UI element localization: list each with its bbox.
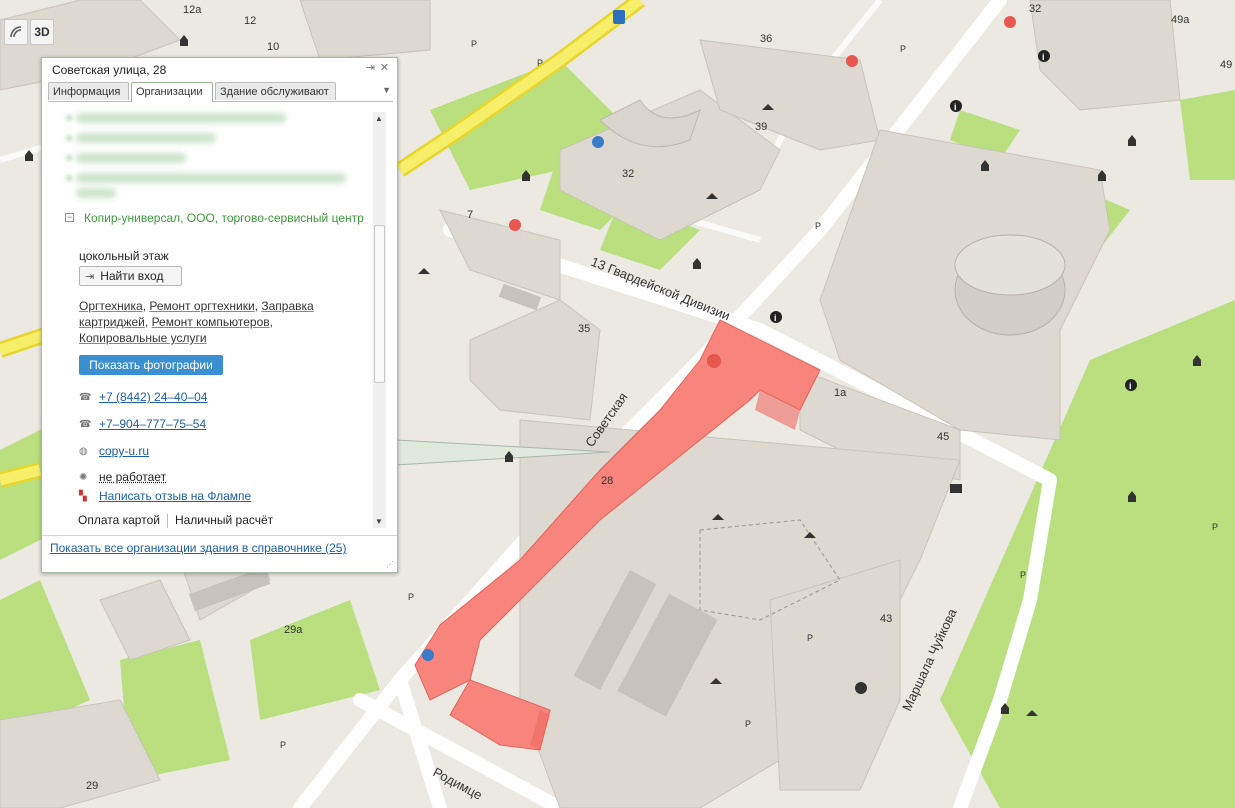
svg-text:i: i (774, 313, 777, 323)
parking-label: P (280, 740, 286, 750)
parking-label: P (1212, 522, 1218, 532)
floor-info: цокольный этаж (79, 249, 169, 263)
organizations-count: (25) (325, 541, 347, 555)
blurred-bullet (66, 155, 72, 161)
entrance-icon: ⇥ (85, 270, 95, 283)
parking-label: P (471, 39, 477, 49)
phone-icon: ☎ (79, 392, 92, 403)
tab-info[interactable]: Информация (48, 82, 129, 100)
house-number: 39 (755, 121, 767, 133)
parking-label: P (807, 633, 813, 643)
cafe-icon (707, 354, 721, 368)
find-entrance-button[interactable]: ⇥ Найти вход (79, 266, 182, 286)
phone-icon: ☎ (79, 419, 92, 430)
payment-cash: Наличный расчёт (174, 513, 274, 527)
blurred-entry (76, 173, 346, 183)
restaurant-icon (509, 219, 521, 231)
ruler-button[interactable] (4, 19, 28, 45)
scroll-down-icon[interactable]: ▼ (375, 517, 383, 526)
rubric-link[interactable]: Копировальные услуги (79, 331, 207, 345)
house-number: 12 (244, 15, 256, 27)
phone-link[interactable]: +7 (8442) 24–40–04 (99, 390, 207, 404)
hospital-icon (1004, 16, 1016, 28)
house-number: 7 (467, 209, 473, 221)
parking-label: P (537, 58, 543, 68)
blurred-bullet (66, 135, 72, 141)
find-entrance-label: Найти вход (100, 269, 164, 283)
blurred-bullet (66, 115, 72, 121)
parking-label: P (1020, 570, 1026, 580)
all-organizations-link[interactable]: Показать все организации здания в справо… (50, 541, 346, 555)
payment-methods: Оплата картой Наличный расчёт (78, 513, 273, 528)
blurred-bullet (66, 175, 72, 181)
svg-text:i: i (954, 102, 957, 112)
parking-label: P (745, 719, 751, 729)
house-number: 32 (1029, 3, 1041, 15)
blue-poi-icon (592, 136, 604, 148)
blurred-entry (76, 133, 216, 143)
scroll-thumb[interactable] (374, 225, 385, 383)
house-number: 10 (267, 41, 279, 53)
review-link[interactable]: Написать отзыв на Флампе (99, 489, 251, 503)
popup-scrollbar[interactable]: ▲ ▼ (373, 112, 386, 528)
scroll-up-icon[interactable]: ▲ (375, 114, 383, 123)
blurred-entry (76, 153, 186, 163)
house-number: 29 (86, 780, 98, 792)
house-number: 36 (760, 33, 772, 45)
building-popup: Советская улица, 28 ⇥ ✕ Информация Орган… (41, 57, 398, 573)
rubric-link[interactable]: Оргтехника (79, 299, 143, 313)
3d-toggle-button[interactable]: 3D (30, 19, 54, 45)
tabs-dropdown-icon[interactable]: ▼ (382, 85, 391, 95)
website-link[interactable]: copy-u.ru (99, 444, 149, 458)
tab-building-services[interactable]: Здание обслуживают (215, 82, 336, 100)
ruler-icon (10, 26, 22, 38)
popup-footer: Показать все организации здания в справо… (42, 535, 397, 572)
blurred-entry (76, 113, 286, 123)
blue-poi-icon (422, 649, 434, 661)
house-number: 1а (834, 387, 847, 399)
house-number: 12а (183, 4, 202, 16)
payment-card: Оплата картой (78, 513, 160, 527)
popup-tabs: Информация Организации Здание обслуживаю… (48, 82, 393, 102)
svg-text:i: i (1042, 52, 1045, 62)
house-number: 49 (1220, 59, 1232, 71)
globe-icon: ◍ (79, 446, 88, 457)
house-number: 29а (284, 624, 303, 636)
phone-link[interactable]: +7–904–777–75–54 (99, 417, 206, 431)
tab-organizations[interactable]: Организации (131, 82, 213, 102)
parking-label: P (408, 592, 414, 602)
show-photos-button[interactable]: Показать фотографии (79, 355, 223, 375)
popup-title: Советская улица, 28 (52, 63, 167, 77)
hospital-icon (846, 55, 858, 67)
house-number: 28 (601, 475, 613, 487)
rubric-link[interactable]: Ремонт компьютеров (152, 315, 270, 329)
working-hours[interactable]: не работает (99, 470, 166, 484)
blurred-entry (76, 188, 116, 198)
flamp-icon: ▚ (79, 491, 87, 502)
clock-icon: ✺ (79, 472, 88, 483)
organization-name[interactable]: Копир-универсал, ООО, торгово-сервисный … (84, 210, 364, 226)
organizations-list: − Копир-универсал, ООО, торгово-сервисны… (42, 104, 382, 528)
house-number: 49а (1171, 14, 1190, 26)
bus-stop-icon (613, 10, 625, 24)
house-number: 43 (880, 613, 892, 625)
parking-label: P (815, 221, 821, 231)
all-organizations-label: Показать все организации здания в справо… (50, 541, 322, 555)
mail-icon (950, 484, 962, 493)
svg-text:i: i (1129, 381, 1132, 391)
parking-label: P (900, 44, 906, 54)
resize-handle-icon[interactable]: ⋰ (386, 560, 394, 569)
bank-icon (855, 682, 867, 694)
rubric-link[interactable]: Ремонт оргтехники (149, 299, 254, 313)
collapse-icon[interactable]: − (65, 213, 74, 222)
close-icon[interactable]: ✕ (380, 61, 389, 74)
pin-icon[interactable]: ⇥ (366, 61, 375, 74)
rubrics-list: Оргтехника, Ремонт оргтехники, Заправка … (79, 299, 314, 345)
house-number: 32 (622, 168, 634, 180)
house-number: 35 (578, 323, 590, 335)
house-number: 45 (937, 431, 949, 443)
